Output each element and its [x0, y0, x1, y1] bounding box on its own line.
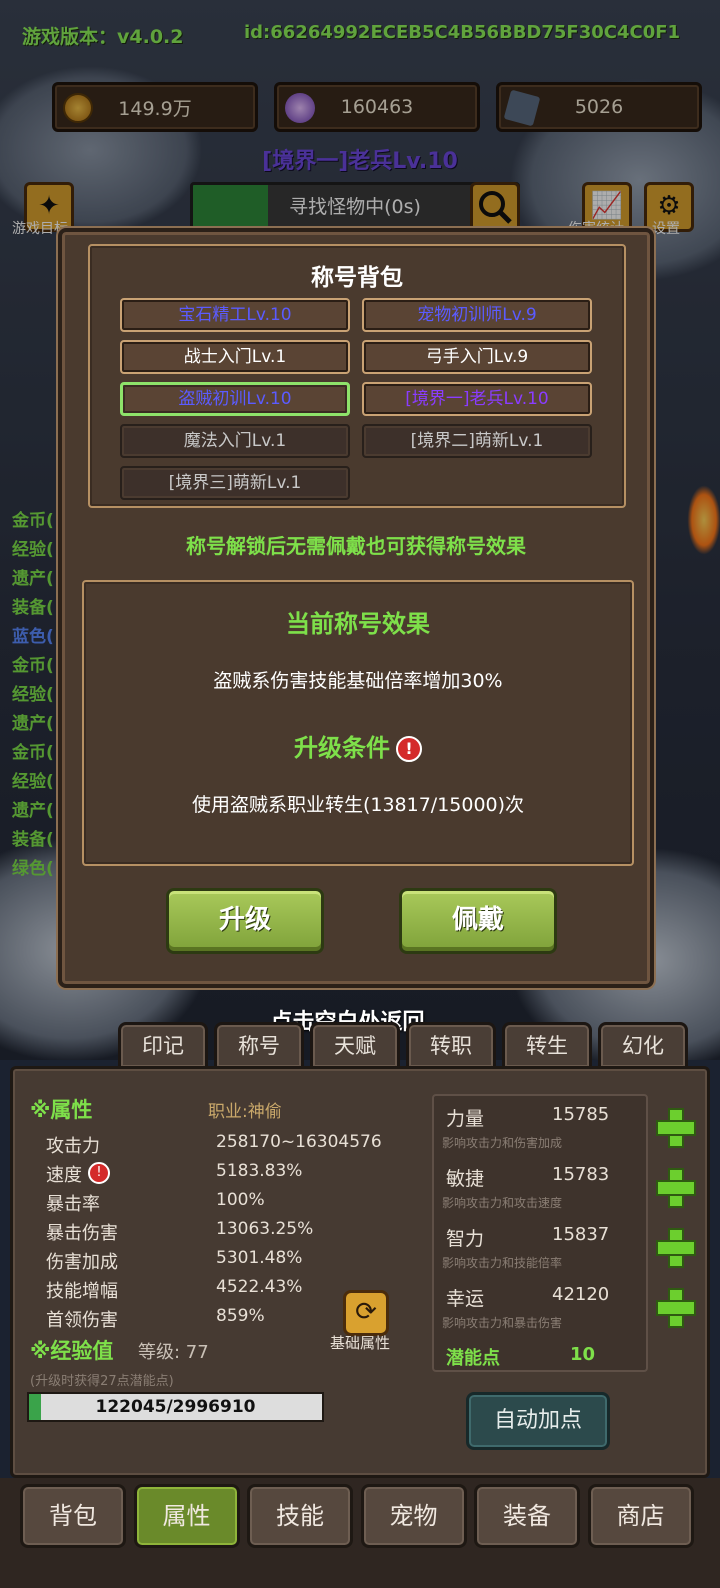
stat-description: 影响攻击力和技能倍率	[442, 1256, 563, 1270]
attribute-label: 首领伤害	[46, 1310, 118, 1331]
nav-0[interactable]: 背包	[20, 1484, 126, 1548]
stat-name: 智力	[446, 1228, 485, 1250]
tab-3[interactable]: 转职	[406, 1022, 496, 1070]
stat-name: 力量	[446, 1108, 485, 1130]
stat-value: 42120	[552, 1284, 610, 1305]
nav-5[interactable]: 商店	[587, 1484, 694, 1548]
attribute-value: 5301.48%	[216, 1248, 303, 1268]
level-up-hint: (升级时获得27点潜能点)	[30, 1374, 174, 1389]
stat-value: 15783	[552, 1164, 610, 1185]
experience-text: 122045/2996910	[95, 1397, 256, 1417]
nav-4[interactable]: 装备	[474, 1484, 580, 1548]
nav-2[interactable]: 技能	[247, 1484, 353, 1548]
title-list-panel: 称号背包 宝石精工Lv.10 宠物初训师Lv.9 战士入门Lv.1 弓手入门Lv.9 盗…	[88, 244, 626, 508]
title-grid: 宝石精工Lv.10 宠物初训师Lv.9 战士入门Lv.1 弓手入门Lv.9 盗贼初训Lv…	[90, 246, 624, 506]
stat-description: 影响攻击力和攻击速度	[442, 1196, 563, 1210]
title-chip[interactable]: [境界三]萌新Lv.1	[120, 466, 350, 500]
add-point-plus-icon[interactable]	[656, 1168, 696, 1208]
title-chip[interactable]: [境界一]老兵Lv.10	[362, 382, 592, 416]
effect-heading: 当前称号效果	[286, 610, 430, 638]
base-attr-label: 基础属性	[330, 1334, 391, 1352]
stat-description: 影响攻击力和暴击伤害	[442, 1316, 563, 1330]
add-point-plus-icon[interactable]	[656, 1228, 696, 1268]
upgrade-condition: 使用盗贼系职业转生(13817/15000)次	[191, 794, 525, 816]
experience-heading: ※经验值	[30, 1339, 114, 1363]
title-chip[interactable]: 宝石精工Lv.10	[120, 298, 350, 332]
wear-button[interactable]: 佩戴	[399, 888, 557, 954]
title-chip[interactable]: 战士入门Lv.1	[120, 340, 350, 374]
nav-1[interactable]: 属性	[133, 1484, 240, 1548]
title-chip[interactable]: 魔法入门Lv.1	[120, 424, 350, 458]
title-chip[interactable]: 盗贼初训Lv.10	[120, 382, 350, 416]
upgrade-heading-text: 升级条件	[294, 734, 390, 762]
attributes-heading: ※属性	[30, 1098, 93, 1122]
tab-4[interactable]: 转生	[502, 1022, 592, 1070]
stat-name: 敏捷	[446, 1168, 485, 1190]
attribute-value: 859%	[216, 1306, 265, 1326]
add-point-plus-icon[interactable]	[656, 1108, 696, 1148]
warning-icon[interactable]: !	[396, 736, 422, 762]
upgrade-heading: 升级条件!	[84, 728, 632, 763]
attribute-label: 伤害加成	[46, 1252, 118, 1273]
stat-value: 15837	[552, 1224, 610, 1245]
attribute-label: 技能增幅	[46, 1281, 118, 1302]
attribute-label: 攻击力	[46, 1136, 100, 1157]
upgrade-button[interactable]: 升级	[166, 888, 324, 954]
attribute-label: 速度	[46, 1165, 82, 1186]
swap-icon[interactable]: ⟳	[343, 1290, 389, 1336]
unlock-note: 称号解锁后无需佩戴也可获得称号效果	[186, 534, 526, 558]
experience-bar: 122045/2996910	[27, 1392, 324, 1422]
title-chip[interactable]: [境界二]萌新Lv.1	[362, 424, 592, 458]
job-label: 职业:神偷	[208, 1102, 282, 1122]
potential-label: 潜能点	[446, 1348, 500, 1369]
effect-panel: 当前称号效果 盗贼系伤害技能基础倍率增加30% 升级条件! 使用盗贼系职业转生(…	[82, 580, 634, 866]
attribute-label: 暴击伤害	[46, 1223, 118, 1244]
attribute-value: 5183.83%	[216, 1161, 303, 1181]
attribute-value: 258170~16304576	[216, 1132, 382, 1152]
speed-info-icon[interactable]: !	[88, 1162, 110, 1184]
tab-2[interactable]: 天赋	[310, 1022, 400, 1070]
effect-description: 盗贼系伤害技能基础倍率增加30%	[213, 670, 503, 692]
attribute-value: 4522.43%	[216, 1277, 303, 1297]
title-chip[interactable]: 宠物初训师Lv.9	[362, 298, 592, 332]
level-label: 等级: 77	[138, 1342, 209, 1363]
tab-5[interactable]: 幻化	[598, 1022, 688, 1070]
stat-description: 影响攻击力和伤害加成	[442, 1136, 563, 1150]
title-bag-dialog: 称号背包 宝石精工Lv.10 宠物初训师Lv.9 战士入门Lv.1 弓手入门Lv.9 盗…	[58, 228, 654, 988]
attribute-value: 100%	[216, 1190, 265, 1210]
tab-0[interactable]: 印记	[118, 1022, 208, 1070]
nav-3[interactable]: 宠物	[360, 1484, 467, 1548]
tab-1[interactable]: 称号	[214, 1022, 304, 1070]
title-chip[interactable]: 弓手入门Lv.9	[362, 340, 592, 374]
auto-add-points-button[interactable]: 自动加点	[466, 1392, 610, 1450]
potential-value: 10	[570, 1344, 596, 1365]
attribute-value: 13063.25%	[216, 1219, 314, 1239]
add-point-plus-icon[interactable]	[656, 1288, 696, 1328]
stat-name: 幸运	[446, 1288, 485, 1310]
stat-value: 15785	[552, 1104, 610, 1125]
attribute-label: 暴击率	[46, 1194, 100, 1215]
